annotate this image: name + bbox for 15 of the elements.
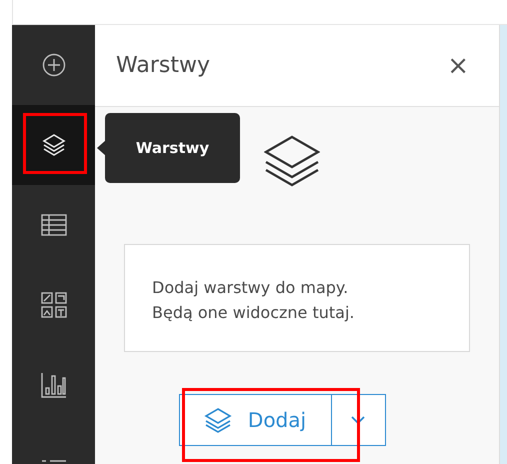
panel-title: Warstwy bbox=[116, 53, 210, 78]
table-icon bbox=[40, 214, 66, 236]
empty-message: Dodaj warstwy do mapy. Będą one widoczne tutaj. bbox=[124, 244, 470, 352]
chevron-down-icon bbox=[351, 416, 365, 424]
highlight-frame bbox=[23, 113, 87, 174]
plus-circle-icon bbox=[42, 53, 66, 77]
layers-icon bbox=[204, 407, 232, 433]
dropdown-button[interactable] bbox=[330, 394, 386, 446]
close-button[interactable]: × bbox=[447, 50, 469, 80]
add-button[interactable]: Dodaj bbox=[178, 394, 330, 446]
widgets-grid-icon bbox=[40, 292, 66, 318]
layers-icon bbox=[40, 132, 66, 158]
tooltip: Warstwy bbox=[105, 113, 240, 183]
layers-icon bbox=[264, 135, 320, 187]
bar-chart-icon bbox=[40, 372, 66, 398]
